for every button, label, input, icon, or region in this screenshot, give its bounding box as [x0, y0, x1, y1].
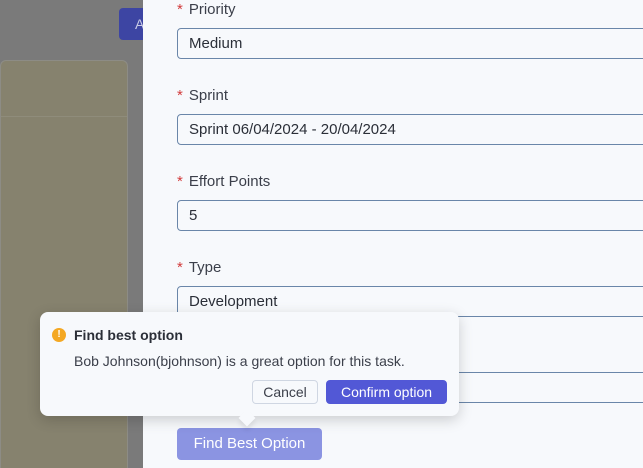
- popconfirm-title: Find best option: [74, 327, 183, 343]
- required-marker: *: [177, 173, 183, 190]
- warning-icon: !: [52, 328, 66, 342]
- effort-label: * Effort Points: [177, 173, 271, 190]
- popconfirm-description: Bob Johnson(bjohnson) is a great option …: [74, 353, 405, 369]
- cancel-button[interactable]: Cancel: [252, 380, 318, 404]
- priority-select[interactable]: Medium: [177, 28, 643, 59]
- type-label: * Type: [177, 259, 222, 276]
- sprint-label: * Sprint: [177, 87, 229, 104]
- required-marker: *: [177, 259, 183, 276]
- required-marker: *: [177, 1, 183, 18]
- background-panel-header: [1, 61, 127, 117]
- find-best-option-popconfirm: ! Find best option Bob Johnson(bjohnson)…: [40, 312, 459, 427]
- sprint-select[interactable]: Sprint 06/04/2024 - 20/04/2024: [177, 114, 643, 145]
- effort-input[interactable]: 5: [177, 200, 643, 231]
- priority-label: * Priority: [177, 1, 236, 18]
- find-best-option-button[interactable]: Find Best Option: [177, 428, 322, 460]
- required-marker: *: [177, 87, 183, 104]
- confirm-option-button[interactable]: Confirm option: [326, 380, 447, 404]
